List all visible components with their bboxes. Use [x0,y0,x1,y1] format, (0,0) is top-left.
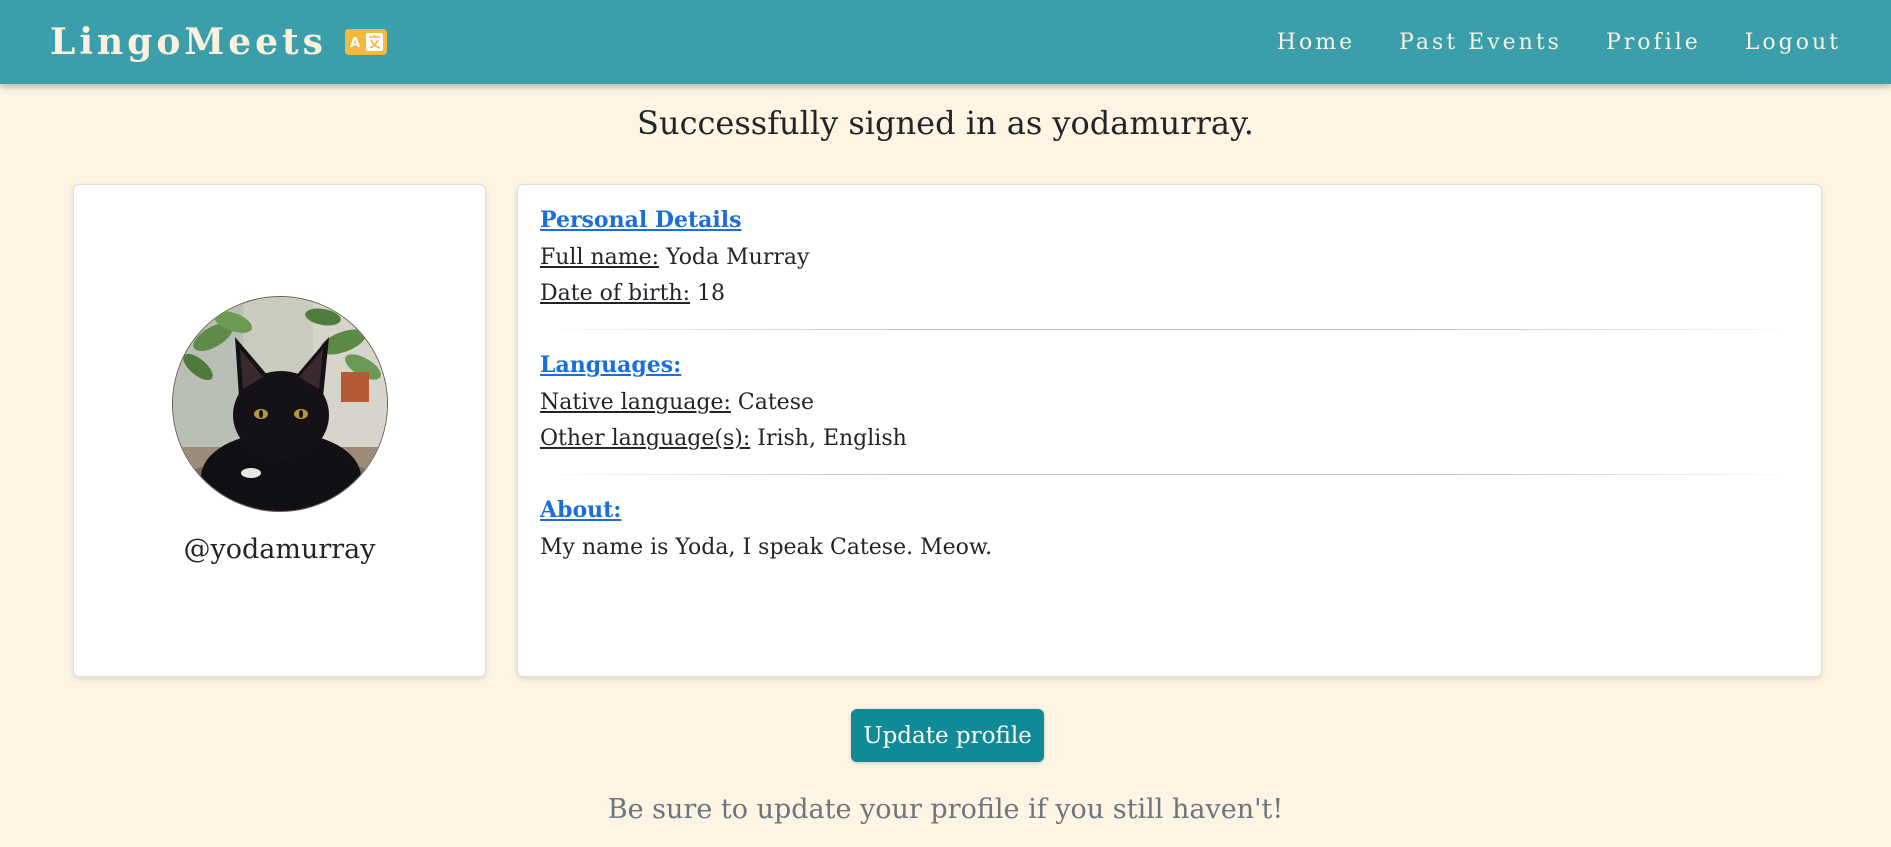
update-hint: Be sure to update your profile if you st… [607,794,1284,825]
native-language-label: Native language: [540,390,731,415]
full-name-value: Yoda Murray [666,245,810,270]
other-languages-row: Other language(s): Irish, English [540,426,1799,452]
profile-card: @yodamurray [73,184,486,677]
personal-details-heading[interactable]: Personal Details [540,207,741,233]
nav-past-events[interactable]: Past Events [1399,30,1562,55]
translate-icon: A [344,29,387,55]
about-heading[interactable]: About: [540,497,621,523]
languages-heading[interactable]: Languages: [540,352,681,378]
divider [560,474,1779,475]
other-languages-value: Irish, English [757,426,907,451]
dob-label: Date of birth: [540,281,691,306]
divider [560,329,1779,330]
nav-profile[interactable]: Profile [1606,30,1701,55]
flash-message: Successfully signed in as yodamurray. [637,104,1254,142]
cat-avatar-photo [172,297,387,511]
dob-value: 18 [697,281,726,306]
svg-text:A: A [350,36,360,51]
nav-home[interactable]: Home [1277,30,1355,55]
navbar: LingoMeets A Home Past Events Profile Lo… [0,0,1891,84]
native-language-value: Catese [737,390,815,415]
full-name-label: Full name: [540,245,660,270]
dob-row: Date of birth: 18 [540,281,1799,307]
brand-name: LingoMeets [50,21,327,63]
brand-link[interactable]: LingoMeets A [50,21,387,63]
nav-logout[interactable]: Logout [1745,30,1841,55]
full-name-row: Full name: Yoda Murray [540,245,1799,271]
native-language-row: Native language: Catese [540,390,1799,416]
nav-links: Home Past Events Profile Logout [1233,30,1841,55]
details-card: Personal Details Full name: Yoda Murray … [517,184,1822,677]
other-languages-label: Other language(s): [540,426,751,451]
username: @yodamurray [183,534,376,565]
avatar [171,296,388,512]
about-text: My name is Yoda, I speak Catese. Meow. [540,535,993,560]
update-profile-button[interactable]: Update profile [851,709,1044,762]
